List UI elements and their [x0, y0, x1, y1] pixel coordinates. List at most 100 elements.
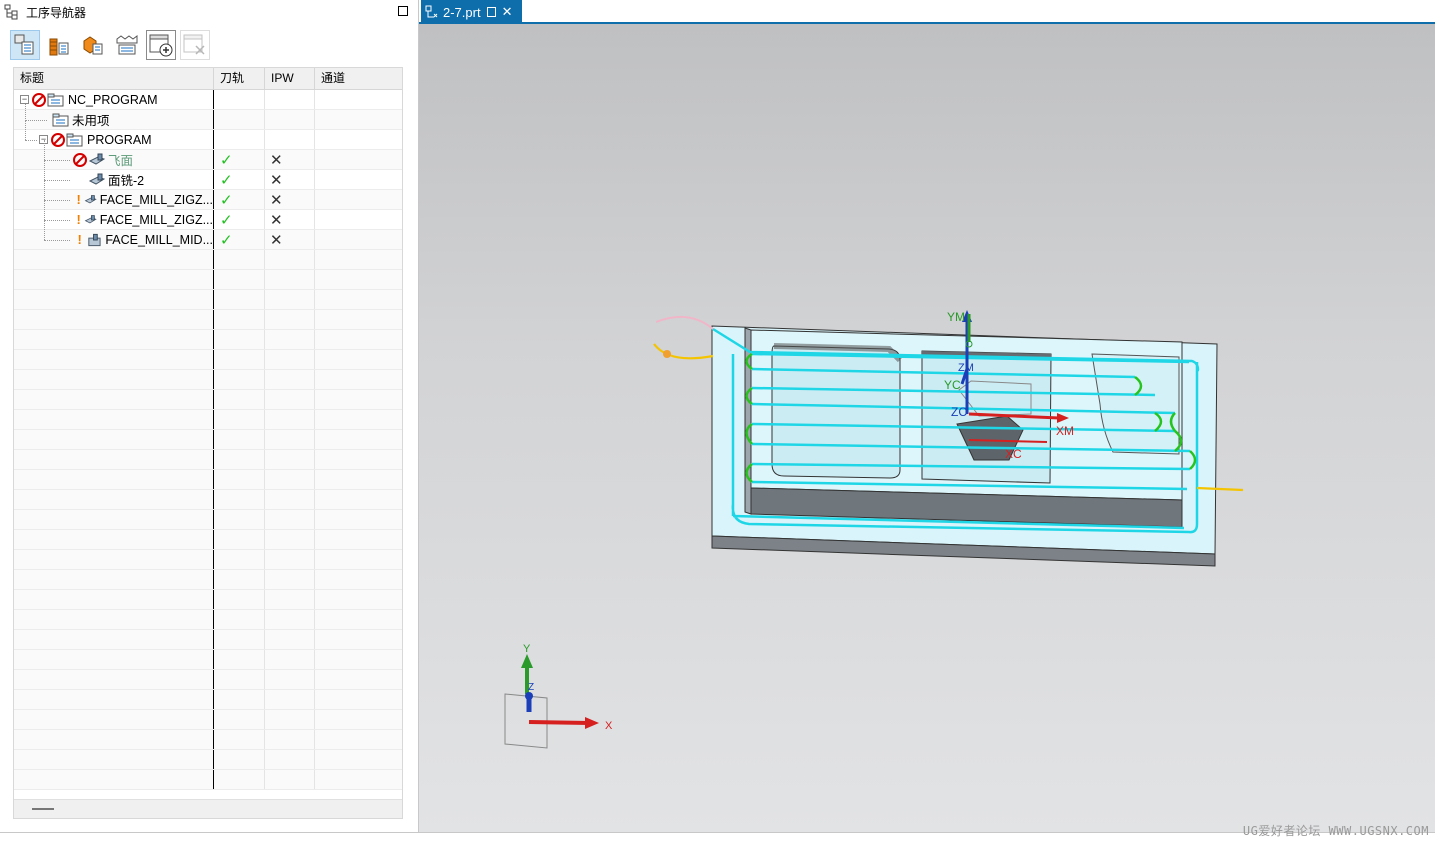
- start-point-marker: [663, 350, 671, 358]
- column-header-channel[interactable]: 通道: [315, 68, 402, 89]
- empty-tree-row: [14, 430, 402, 450]
- tree-item-label: PROGRAM: [87, 132, 152, 147]
- toolpath-check-icon: ✓: [220, 191, 233, 209]
- ipw-cross-icon: ✕: [270, 171, 283, 189]
- empty-tree-row: [14, 630, 402, 650]
- column-header-toolpath[interactable]: 刀轨: [214, 68, 265, 89]
- machine-tool-view-button[interactable]: [44, 30, 74, 60]
- tree-row-nc-program[interactable]: − NC_PROGRAM: [14, 90, 402, 110]
- navigator-tree-icon: [4, 4, 18, 20]
- graphics-window[interactable]: YM YC ZM ZC XM XC Y X Z: [419, 24, 1435, 832]
- yc-label: YC: [944, 378, 961, 392]
- tree-row-program[interactable]: − PROGRAM: [14, 120, 402, 150]
- face-mill-operation-icon: [85, 214, 98, 223]
- empty-tree-row: [14, 470, 402, 490]
- collapse-toggle-icon[interactable]: −: [20, 95, 29, 104]
- warning-status-icon: !: [77, 232, 82, 247]
- xm-label: XM: [1056, 424, 1074, 438]
- toolpath-check-icon: ✓: [220, 211, 233, 229]
- tree-row-operation[interactable]: 面铣-2 ✓ ✕: [14, 160, 402, 190]
- method-view-icon: [116, 35, 138, 55]
- watermark: UG爱好者论坛 WWW.UGSNX.COM: [1242, 824, 1429, 838]
- operation-tree: 标题 刀轨 IPW 通道 − NC_PROGRAM 未用项 − PROGRAM …: [13, 67, 403, 819]
- tab-part-file[interactable]: 2-7.prt ✕: [421, 0, 522, 24]
- empty-tree-row: [14, 750, 402, 770]
- geometry-view-button[interactable]: [78, 30, 108, 60]
- empty-tree-row: [14, 690, 402, 710]
- maximize-button[interactable]: [398, 6, 408, 16]
- no-status-icon: [32, 92, 46, 107]
- ipw-cross-icon: ✕: [270, 191, 283, 209]
- ipw-cross-icon: ✕: [270, 211, 283, 229]
- horizontal-scrollbar[interactable]: [14, 799, 402, 818]
- tree-item-label: NC_PROGRAM: [68, 92, 158, 107]
- tree-item-label: 未用项: [72, 114, 110, 128]
- empty-tree-row: [14, 570, 402, 590]
- machine-tool-view-icon: [49, 38, 69, 56]
- ipw-cross-icon: ✕: [270, 151, 283, 169]
- undock-icon[interactable]: [486, 7, 496, 17]
- column-header-ipw[interactable]: IPW: [265, 68, 315, 89]
- operation-navigator-panel: 工序导航器 标题 刀轨 IPW 通道 − NC_PROGRAM 未用项 − PR…: [0, 0, 419, 832]
- tree-row-operation[interactable]: ! FACE_MILL_ZIGZ... ✓ ✕: [14, 200, 402, 230]
- tree-body: − NC_PROGRAM 未用项 − PROGRAM 飞面 ✓ ✕ 面铣-2 ✓…: [14, 90, 402, 250]
- tree-row-operation[interactable]: ! FACE_MILL_ZIGZ... ✓ ✕: [14, 180, 402, 210]
- warning-status-icon: !: [76, 212, 81, 227]
- no-status-icon: [73, 152, 87, 167]
- geometry-view-icon: [83, 36, 103, 55]
- tree-item-label: FACE_MILL_ZIGZ...: [99, 192, 213, 207]
- triad-y-label: Y: [523, 643, 531, 655]
- no-status-icon: [51, 132, 65, 147]
- program-group-icon: [66, 133, 83, 146]
- scrollbar-grip[interactable]: [32, 808, 54, 810]
- xc-label: XC: [1005, 447, 1022, 461]
- empty-tree-row: [14, 450, 402, 470]
- empty-tree-row: [14, 590, 402, 610]
- view-triad: Y X Z: [504, 643, 613, 749]
- program-order-view-button[interactable]: [10, 30, 40, 60]
- face-mill-operation-icon: [88, 233, 101, 246]
- empty-tree-row: [14, 610, 402, 630]
- empty-tree-row: [14, 510, 402, 530]
- tree-row-operation[interactable]: ! FACE_MILL_MID... ✓ ✕: [14, 220, 402, 250]
- part-file-icon: [425, 5, 438, 18]
- ym-label: YM: [947, 310, 965, 324]
- graphics-tab-bar: 2-7.prt ✕: [419, 0, 1435, 24]
- delete-icon: [183, 34, 205, 55]
- empty-tree-row: [14, 730, 402, 750]
- method-view-button[interactable]: [112, 30, 142, 60]
- create-operation-button[interactable]: [146, 30, 176, 60]
- empty-tree-row: [14, 410, 402, 430]
- empty-rows: [14, 250, 402, 790]
- tree-header: 标题 刀轨 IPW 通道: [14, 68, 402, 90]
- tree-row-operation[interactable]: 飞面 ✓ ✕: [14, 140, 402, 170]
- navigator-toolbar: [10, 28, 210, 62]
- warning-status-icon: !: [76, 192, 81, 207]
- empty-tree-row: [14, 290, 402, 310]
- navigator-title: 工序导航器: [26, 5, 87, 20]
- tree-item-label: 飞面: [108, 154, 134, 168]
- empty-tree-row: [14, 350, 402, 370]
- navigator-title-bar: 工序导航器: [0, 0, 418, 24]
- ipw-cross-icon: ✕: [270, 231, 283, 249]
- empty-tree-row: [14, 550, 402, 570]
- toolpath-check-icon: ✓: [220, 171, 233, 189]
- triad-z-label: Z: [528, 682, 534, 693]
- tab-label: 2-7.prt: [443, 4, 481, 20]
- column-header-title[interactable]: 标题: [14, 68, 214, 89]
- empty-tree-row: [14, 370, 402, 390]
- triad-x-label: X: [605, 720, 613, 732]
- delete-button[interactable]: [180, 30, 210, 60]
- tree-row-unused[interactable]: 未用项: [14, 104, 402, 130]
- empty-tree-row: [14, 710, 402, 730]
- face-mill-operation-icon: [88, 153, 106, 165]
- tree-item-label: FACE_MILL_MID...: [105, 232, 213, 247]
- toolpath-retract: [655, 315, 714, 330]
- create-operation-icon: [149, 34, 173, 57]
- close-icon[interactable]: ✕: [502, 4, 513, 20]
- empty-tree-row: [14, 250, 402, 270]
- tree-item-label: 面铣-2: [108, 174, 145, 188]
- empty-tree-row: [14, 670, 402, 690]
- face-mill-operation-icon: [85, 194, 98, 203]
- status-bar: [0, 832, 1435, 845]
